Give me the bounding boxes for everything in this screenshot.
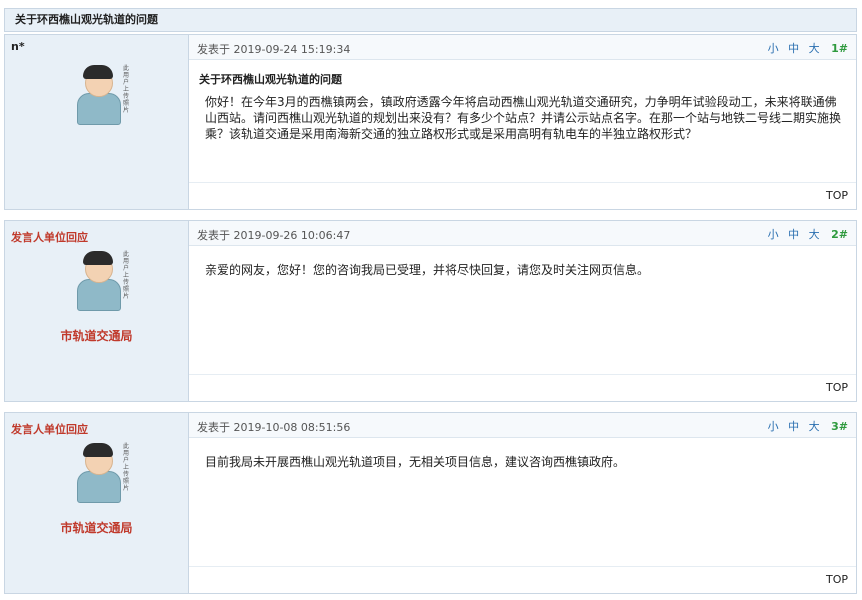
author-name[interactable]: 发言人单位回应 [11,229,88,245]
post-content: 关于环西樵山观光轨道的问题 你好！在今年3月的西樵镇两会，镇政府透露今年将启动西… [189,60,856,142]
avatar[interactable]: 此用户上传照片 [71,441,135,505]
post-title: 关于环西樵山观光轨道的问题 [199,73,342,86]
font-small-link[interactable]: 小 [768,228,779,241]
top-link[interactable]: TOP [826,189,848,202]
font-medium-link[interactable]: 中 [788,42,799,55]
department-name: 市轨道交通局 [60,329,133,343]
post-content: 亲爱的网友，您好！您的咨询我局已受理，并将尽快回复，请您及时关注网页信息。 [189,246,856,278]
post-1: n* 此用户上传照片 发表于 2019-09-24 15:19:34 小 中 大… [4,34,857,210]
top-link[interactable]: TOP [826,573,848,586]
font-large-link[interactable]: 大 [809,228,820,241]
font-large-link[interactable]: 大 [809,42,820,55]
post-time: 发表于 2019-09-26 10:06:47 [197,229,351,242]
avatar-hair [83,65,113,79]
post-meta-bar: 发表于 2019-10-08 08:51:56 小 中 大 3# [189,413,856,438]
author-sidebar: 发言人单位回应 此用户上传照片 市轨道交通局 [5,413,189,593]
post-body: 发表于 2019-09-26 10:06:47 小 中 大 2# 亲爱的网友，您… [189,221,856,401]
floor-number[interactable]: 3# [831,420,848,433]
font-medium-link[interactable]: 中 [788,228,799,241]
post-3: 发言人单位回应 此用户上传照片 市轨道交通局 发表于 2019-10-08 08… [4,412,857,594]
font-medium-link[interactable]: 中 [788,420,799,433]
floor-number[interactable]: 1# [831,42,848,55]
thread-title: 关于环西樵山观光轨道的问题 [4,8,857,32]
font-small-link[interactable]: 小 [768,420,779,433]
font-small-link[interactable]: 小 [768,42,779,55]
department-name: 市轨道交通局 [60,521,133,535]
post-footer: TOP [189,374,856,401]
post-time: 发表于 2019-09-24 15:19:34 [197,43,351,56]
avatar-body [77,471,121,503]
avatar-hair [83,251,113,265]
post-content: 目前我局未开展西樵山观光轨道项目，无相关项目信息，建议咨询西樵镇政府。 [189,438,856,470]
post-text: 亲爱的网友，您好！您的咨询我局已受理，并将尽快回复，请您及时关注网页信息。 [205,263,650,277]
avatar-hair [83,443,113,457]
post-meta-bar: 发表于 2019-09-24 15:19:34 小 中 大 1# [189,35,856,60]
avatar[interactable]: 此用户上传照片 [71,63,135,127]
post-body: 发表于 2019-09-24 15:19:34 小 中 大 1# 关于环西樵山观… [189,35,856,209]
avatar-body [77,279,121,311]
floor-number[interactable]: 2# [831,228,848,241]
author-name[interactable]: n* [11,40,25,53]
post-text: 目前我局未开展西樵山观光轨道项目，无相关项目信息，建议咨询西樵镇政府。 [205,455,626,469]
top-link[interactable]: TOP [826,381,848,394]
author-name[interactable]: 发言人单位回应 [11,421,88,437]
font-size-controls: 小 中 大 3# [762,418,848,434]
author-sidebar: n* 此用户上传照片 [5,35,189,209]
font-size-controls: 小 中 大 2# [762,226,848,242]
post-footer: TOP [189,182,856,209]
post-body: 发表于 2019-10-08 08:51:56 小 中 大 3# 目前我局未开展… [189,413,856,593]
avatar-caption: 此用户上传照片 [123,251,130,300]
avatar-caption: 此用户上传照片 [123,443,130,492]
avatar[interactable]: 此用户上传照片 [71,249,135,313]
author-sidebar: 发言人单位回应 此用户上传照片 市轨道交通局 [5,221,189,401]
font-large-link[interactable]: 大 [809,420,820,433]
font-size-controls: 小 中 大 1# [762,40,848,56]
avatar-body [77,93,121,125]
post-text: 你好！在今年3月的西樵镇两会，镇政府透露今年将启动西樵山观光轨道交通研究，力争明… [205,95,842,141]
post-footer: TOP [189,566,856,593]
post-2: 发言人单位回应 此用户上传照片 市轨道交通局 发表于 2019-09-26 10… [4,220,857,402]
avatar-caption: 此用户上传照片 [123,65,130,114]
post-meta-bar: 发表于 2019-09-26 10:06:47 小 中 大 2# [189,221,856,246]
post-time: 发表于 2019-10-08 08:51:56 [197,421,351,434]
